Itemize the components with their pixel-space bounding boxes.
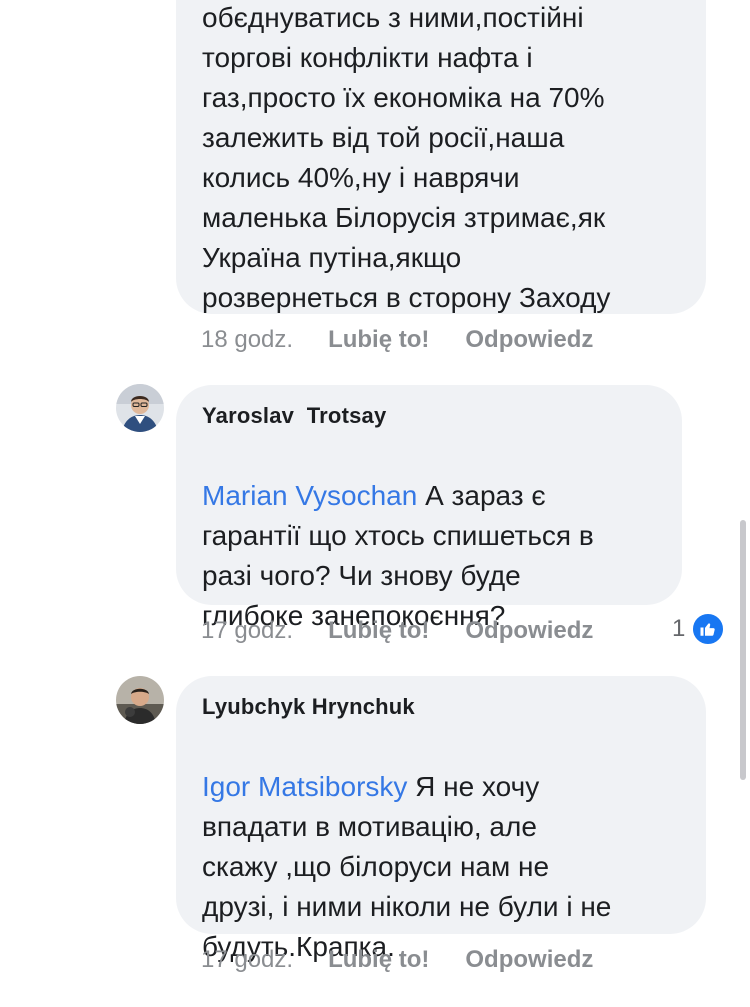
comment-timestamp: 18 godz. <box>201 326 294 353</box>
comment-timestamp: 17 godz. <box>201 946 294 973</box>
comment-text-first-line: А зараз є <box>417 480 546 511</box>
avatar-image <box>116 676 164 724</box>
mention-link[interactable]: Marian Vysochan <box>202 480 417 511</box>
reaction-count: 1 <box>672 615 686 642</box>
avatar[interactable] <box>116 384 164 432</box>
reply-button[interactable]: Odpowiedz <box>465 617 593 645</box>
reaction-summary[interactable]: 1 <box>672 612 726 646</box>
like-button[interactable]: Lubię to! <box>328 946 429 974</box>
avatar[interactable] <box>116 676 164 724</box>
comment-actions: 18 godz. Lubię to! Odpowiedz <box>201 323 593 357</box>
comment-text-first-line: Я не хочу <box>407 771 540 802</box>
like-button[interactable]: Lubię to! <box>328 326 429 354</box>
comment-actions: 17 godz. Lubię to! Odpowiedz <box>201 943 593 977</box>
avatar-image <box>116 384 164 432</box>
comment-author[interactable]: Lyubchyk Hrynchuk <box>202 693 680 721</box>
comment-actions: 17 godz. Lubię to! Odpowiedz <box>201 614 593 648</box>
comment-timestamp: 17 godz. <box>201 617 294 644</box>
scrollbar[interactable] <box>740 520 746 780</box>
comment-author[interactable]: Yaroslav Trotsay <box>202 402 656 430</box>
reply-button[interactable]: Odpowiedz <box>465 946 593 974</box>
comment-bubble: Yaroslav Trotsay Marian Vysochan А зараз… <box>176 385 682 631</box>
comment-bubble: Lyubchyk Hrynchuk Igor Matsiborsky Я не … <box>176 676 706 962</box>
comment-text: обєднуватись з ними,постійні торгові кон… <box>202 2 611 313</box>
thumbs-up-icon <box>691 612 726 646</box>
reply-button[interactable]: Odpowiedz <box>465 326 593 354</box>
like-button[interactable]: Lubię to! <box>328 617 429 645</box>
mention-link[interactable]: Igor Matsiborsky <box>202 771 407 802</box>
comment-bubble: обєднуватись з ними,постійні торгові кон… <box>176 0 706 314</box>
